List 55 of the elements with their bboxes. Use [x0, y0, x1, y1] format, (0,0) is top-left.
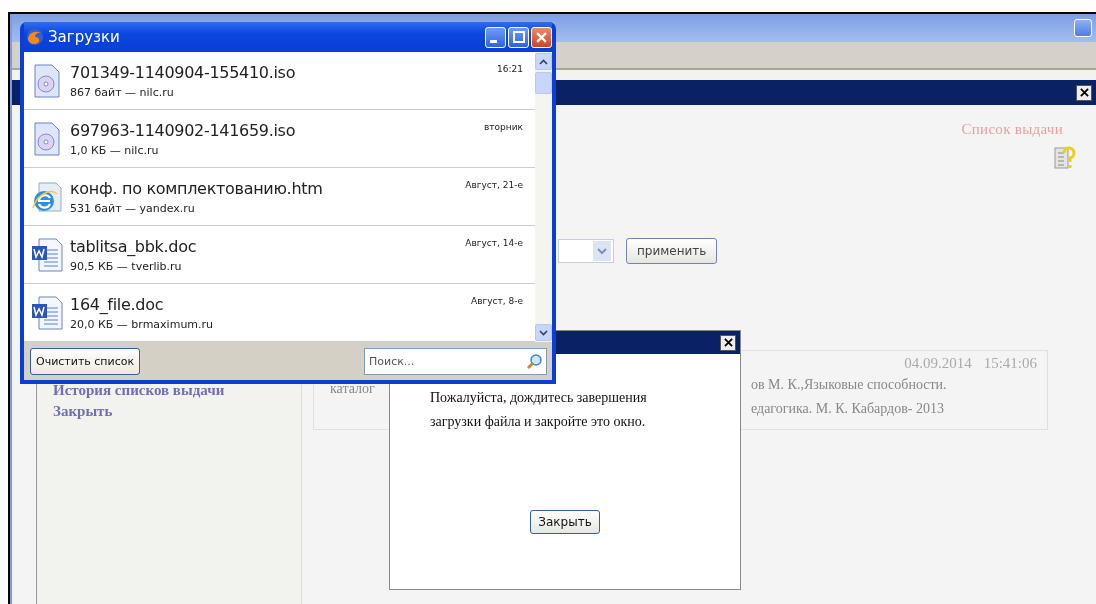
record-text: едагогика. М. К. Кабардов- 2013 — [751, 400, 945, 418]
close-icon — [723, 338, 733, 347]
download-item[interactable]: 697963-1140902-141659.iso 1,0 КБ — nilc.ru вторник — [24, 110, 535, 168]
close-icon — [536, 31, 547, 43]
download-time: Август, 14-е — [465, 238, 523, 248]
file-details: 867 байт — nilc.ru — [70, 85, 175, 99]
scroll-down-button[interactable] — [535, 324, 552, 341]
file-details: 20,0 КБ — brmaximum.ru — [70, 317, 215, 331]
record-time: 15:41:06 — [983, 355, 1037, 372]
download-item[interactable]: tablitsa_bbk.doc 90,5 КБ — tverlib.ru Август, 14-е — [24, 226, 535, 284]
page-heading: Список выдачи — [961, 121, 1063, 138]
window-title: Загрузки — [48, 28, 121, 46]
sidebar-link[interactable]: Закрыть — [53, 403, 301, 420]
chevron-down-icon — [539, 329, 548, 336]
close-button[interactable] — [1076, 84, 1092, 101]
file-name: 697963-1140902-141659.iso — [70, 120, 297, 140]
record-text: ов М. К.,Языковые способности. — [751, 376, 948, 394]
scroll-thumb[interactable] — [535, 72, 552, 94]
dialog-message: Пожалуйста, дождитесь завершения загрузки файла и закройте это окно. — [430, 389, 648, 431]
search-icon — [526, 352, 543, 370]
fox-globe-icon — [26, 28, 44, 46]
search-field[interactable]: Поиск... — [364, 347, 547, 375]
disc-file-icon — [32, 121, 62, 156]
scroll-up-button[interactable] — [535, 53, 552, 70]
chevron-down-icon — [597, 247, 607, 255]
file-name: 701349-1140904-155410.iso — [70, 62, 297, 82]
apply-button[interactable]: применить — [626, 238, 718, 264]
globe-e-icon — [31, 180, 63, 213]
file-name: tablitsa_bbk.doc — [70, 236, 198, 256]
file-name: конф. по комплектованию.htm — [70, 178, 324, 198]
dropdown-field[interactable] — [558, 239, 614, 263]
sidebar-link[interactable]: История списков выдачи — [53, 382, 301, 399]
download-time: вторник — [484, 122, 523, 132]
word-document-icon — [31, 237, 63, 272]
clear-list-button[interactable]: Очистить список — [30, 347, 141, 375]
record-date: 04.09.2014 — [904, 355, 972, 372]
download-time: Август, 8-е — [471, 296, 523, 306]
close-icon — [1079, 88, 1089, 97]
maximize-button[interactable] — [508, 26, 529, 48]
close-button[interactable] — [720, 334, 736, 351]
catalog-label: каталог — [330, 381, 375, 396]
word-document-icon — [31, 295, 63, 330]
scrollbar[interactable] — [535, 52, 552, 342]
disc-file-icon — [32, 63, 62, 98]
file-details: 90,5 КБ — tverlib.ru — [70, 259, 183, 273]
download-item[interactable]: конф. по комплектованию.htm 531 байт — yandex.ru Август, 21-е — [24, 168, 535, 226]
download-time: 16:21 — [497, 64, 523, 74]
file-details: 1,0 КБ — nilc.ru — [70, 143, 160, 157]
download-item[interactable]: 701349-1140904-155410.iso 867 байт — nilc.ru 16:21 — [24, 52, 535, 110]
file-name: 164_file.doc — [70, 294, 165, 314]
maximize-icon — [512, 31, 525, 43]
download-time: Август, 21-е — [465, 180, 523, 190]
file-details: 531 байт — yandex.ru — [70, 201, 196, 215]
close-dialog-button[interactable]: Закрыть — [530, 510, 600, 534]
chevron-up-icon — [539, 58, 548, 65]
